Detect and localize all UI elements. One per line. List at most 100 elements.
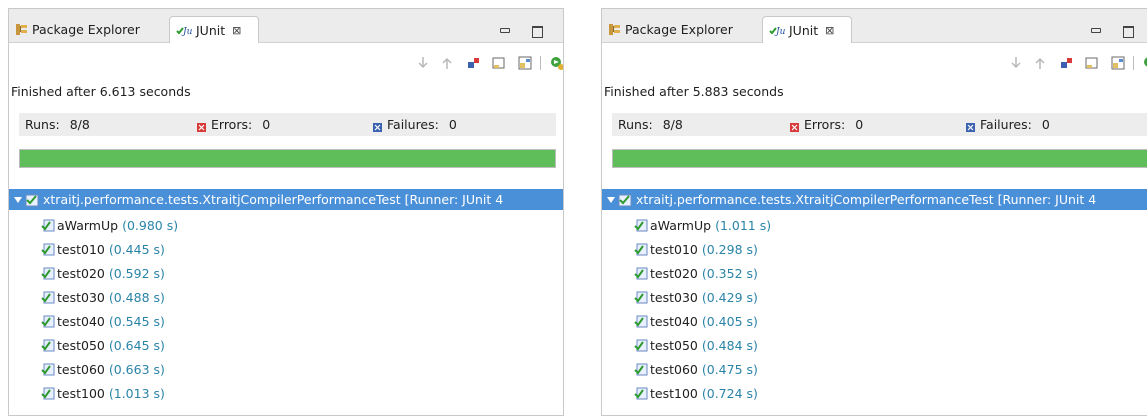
package-explorer-icon: [15, 23, 28, 36]
test-case-name: test040: [57, 313, 105, 329]
test-case-row[interactable]: test030 (0.429 s): [634, 287, 758, 307]
test-ok-icon: [41, 386, 55, 400]
tab-close-icon[interactable]: ⊠: [825, 24, 834, 37]
test-case-name: test030: [57, 289, 105, 305]
test-ok-icon: [41, 242, 55, 256]
toolbar-separator: [1133, 56, 1134, 70]
test-suite-row[interactable]: xtraitj.performance.tests.XtraitjCompile…: [9, 189, 563, 210]
errors-label: Errors:: [211, 117, 253, 132]
tab-junit[interactable]: Ju JUnit ⊠: [169, 16, 259, 43]
show-failures-only-icon[interactable]: [464, 54, 482, 72]
view-tab-bar: Package Explorer Ju JUnit ⊠: [9, 9, 563, 43]
show-failures-only-icon[interactable]: [1057, 54, 1075, 72]
test-case-time: (0.352 s): [701, 265, 758, 281]
test-case-time: (0.545 s): [108, 313, 165, 329]
test-case-time: (0.405 s): [701, 313, 758, 329]
test-case-time: (0.724 s): [701, 385, 758, 401]
scroll-lock-icon[interactable]: [490, 54, 508, 72]
minimize-icon[interactable]: [1090, 25, 1102, 37]
junit-icon: Ju: [769, 23, 786, 37]
maximize-icon[interactable]: [1122, 25, 1134, 38]
tab-package-explorer[interactable]: Package Explorer: [602, 16, 739, 43]
test-case-time: (0.663 s): [108, 361, 165, 377]
test-ok-icon: [634, 338, 648, 352]
test-case-row[interactable]: test020 (0.352 s): [634, 263, 758, 283]
svg-text:Ju: Ju: [774, 27, 785, 37]
test-case-time: (0.484 s): [701, 337, 758, 353]
test-case-row[interactable]: test100 (0.724 s): [634, 383, 758, 403]
test-case-row[interactable]: test050 (0.484 s): [634, 335, 758, 355]
test-case-time: (0.429 s): [701, 289, 758, 305]
test-case-time: (0.298 s): [701, 241, 758, 257]
tab-package-explorer-label: Package Explorer: [625, 22, 733, 37]
layout-icon[interactable]: [516, 54, 534, 72]
test-case-row[interactable]: test010 (0.445 s): [41, 239, 165, 259]
test-ok-icon: [41, 362, 55, 376]
runs-counter: Runs: 8/8: [618, 117, 683, 132]
failures-counter: Failures: 0: [373, 117, 457, 132]
test-case-name: test100: [57, 385, 105, 401]
finished-message: Finished after 5.883 seconds: [604, 84, 784, 99]
rerun-test-icon[interactable]: [548, 54, 563, 72]
maximize-icon[interactable]: [531, 25, 543, 38]
test-case-row[interactable]: test040 (0.545 s): [41, 311, 165, 331]
expand-twisty-icon[interactable]: [14, 196, 22, 203]
failure-icon: [966, 120, 975, 132]
test-case-row[interactable]: test030 (0.488 s): [41, 287, 165, 307]
test-case-row[interactable]: test060 (0.475 s): [634, 359, 758, 379]
test-case-row[interactable]: test020 (0.592 s): [41, 263, 165, 283]
progress-fill: [613, 150, 1147, 167]
test-ok-icon: [634, 386, 648, 400]
test-ok-icon: [41, 218, 55, 232]
counter-panel: Runs: 8/8 Errors: 0 Failures: 0: [612, 113, 1147, 136]
test-ok-icon: [634, 314, 648, 328]
tab-package-explorer[interactable]: Package Explorer: [9, 16, 146, 43]
scroll-lock-icon[interactable]: [1083, 54, 1101, 72]
junit-icon: Ju: [176, 23, 193, 37]
tab-close-icon[interactable]: ⊠: [232, 24, 241, 37]
test-case-row[interactable]: test040 (0.405 s): [634, 311, 758, 331]
error-icon: [197, 120, 206, 132]
test-case-row[interactable]: aWarmUp (0.980 s): [41, 215, 178, 235]
test-case-row[interactable]: test050 (0.645 s): [41, 335, 165, 355]
test-ok-icon: [41, 314, 55, 328]
tab-junit-label: JUnit: [789, 22, 819, 38]
failures-label: Failures:: [387, 117, 439, 132]
test-case-row[interactable]: aWarmUp (1.011 s): [634, 215, 771, 235]
test-case-row[interactable]: test010 (0.298 s): [634, 239, 758, 259]
counter-panel: Runs: 8/8 Errors: 0 Failures: 0: [19, 113, 556, 136]
next-failure-icon[interactable]: [414, 54, 432, 72]
rerun-test-icon[interactable]: [1141, 54, 1147, 72]
layout-icon[interactable]: [1109, 54, 1127, 72]
svg-text:Ju: Ju: [181, 27, 192, 37]
test-case-row[interactable]: test100 (1.013 s): [41, 383, 165, 403]
test-case-name: aWarmUp: [650, 217, 712, 233]
test-ok-icon: [634, 266, 648, 280]
test-case-row[interactable]: test060 (0.663 s): [41, 359, 165, 379]
tab-junit[interactable]: Ju JUnit ⊠: [762, 16, 852, 43]
test-suite-row[interactable]: xtraitj.performance.tests.XtraitjCompile…: [602, 189, 1147, 210]
test-case-time: (0.645 s): [108, 337, 165, 353]
view-tab-bar: Package Explorer Ju JUnit ⊠: [602, 9, 1147, 43]
next-failure-icon[interactable]: [1007, 54, 1025, 72]
test-case-name: test060: [57, 361, 105, 377]
junit-view-right: Package Explorer Ju JUnit ⊠ Finished aft…: [601, 8, 1147, 416]
test-case-name: test050: [57, 337, 105, 353]
test-case-time: (1.011 s): [715, 217, 772, 233]
failures-counter: Failures: 0: [966, 117, 1050, 132]
test-case-name: test030: [650, 289, 698, 305]
test-case-name: test020: [57, 265, 105, 281]
tab-package-explorer-label: Package Explorer: [32, 22, 140, 37]
test-case-time: (0.445 s): [108, 241, 165, 257]
minimize-icon[interactable]: [499, 25, 511, 37]
runs-counter: Runs: 8/8: [25, 117, 90, 132]
test-ok-icon: [634, 362, 648, 376]
previous-failure-icon[interactable]: [438, 54, 456, 72]
expand-twisty-icon[interactable]: [607, 196, 615, 203]
error-icon: [790, 120, 799, 132]
test-case-name: test010: [650, 241, 698, 257]
test-case-time: (0.488 s): [108, 289, 165, 305]
previous-failure-icon[interactable]: [1031, 54, 1049, 72]
test-case-time: (0.592 s): [108, 265, 165, 281]
test-suite-label: xtraitj.performance.tests.XtraitjCompile…: [636, 192, 1097, 207]
